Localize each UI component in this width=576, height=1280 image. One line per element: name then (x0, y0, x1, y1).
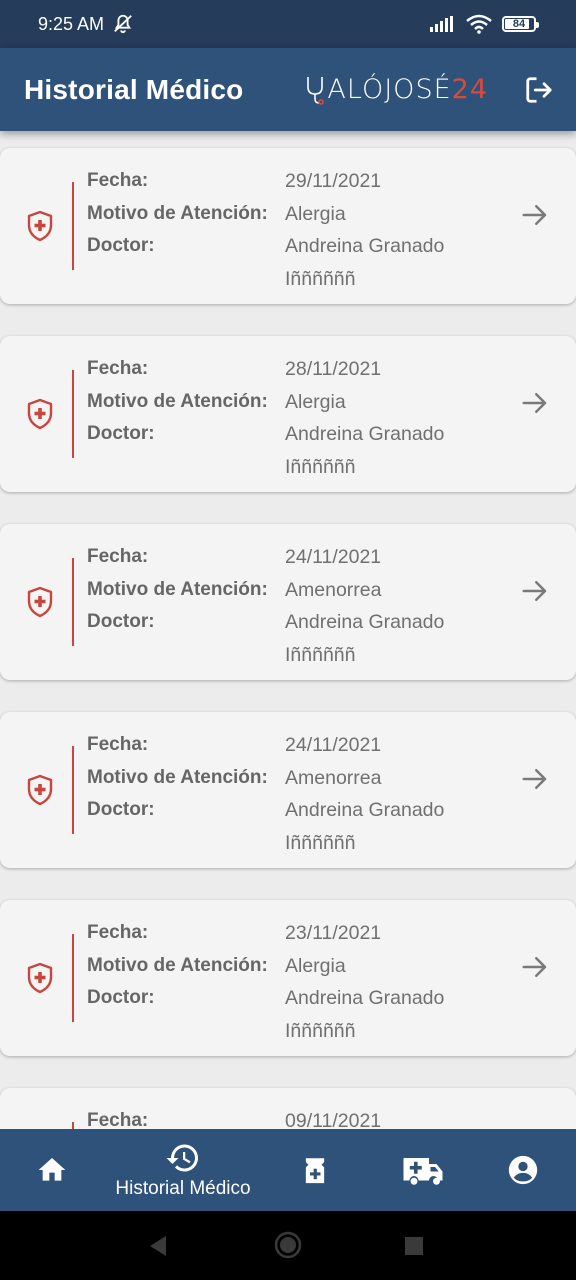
doctor-value: Andreina Granado (285, 611, 445, 633)
reason-label: Motivo de Atención: (87, 390, 268, 412)
doctor-label: Doctor: (87, 423, 155, 444)
reason-value: Alergia (285, 390, 346, 413)
signal-icon (430, 16, 453, 32)
app-bar: Historial Médico ALÓJOSÉ 24 (0, 48, 576, 131)
pharmacy-icon (305, 1158, 325, 1184)
medical-shield-icon (27, 210, 53, 242)
history-record-card[interactable]: Fecha: 23/11/2021 Motivo de Atención: Alerg… (0, 900, 576, 1056)
muted-bell-icon (114, 14, 132, 34)
status-bar: 9:25 AM 84 (0, 0, 576, 48)
date-label: Fecha: (87, 170, 149, 191)
arrow-right-icon[interactable] (520, 576, 550, 606)
doctor-value: Andreina Granado (285, 235, 445, 257)
accent-divider (72, 558, 74, 646)
history-record-card[interactable]: Fecha: 24/11/2021 Motivo de Atención: Ameno… (0, 712, 576, 868)
arrow-right-icon[interactable] (520, 200, 550, 230)
reason-value: Amenorrea (285, 766, 382, 789)
nav-account[interactable] (494, 1129, 552, 1211)
recents-icon[interactable] (405, 1237, 423, 1255)
reason-value: Alergia (285, 954, 346, 977)
back-icon[interactable] (148, 1235, 168, 1257)
ambulance-icon (403, 1158, 443, 1185)
reason-label: Motivo de Atención: (87, 766, 268, 788)
status-time: 9:25 AM (38, 13, 105, 34)
date-value: 28/11/2021 (285, 358, 382, 380)
doctor-label: Doctor: (87, 235, 155, 256)
page-title: Historial Médico (24, 73, 244, 105)
accent-divider (72, 182, 74, 270)
history-icon (166, 1144, 198, 1172)
home-icon (38, 1158, 66, 1181)
nav-medical-history-label: Historial Médico (115, 1178, 251, 1199)
bottom-navigation: Historial Médico (0, 1129, 576, 1211)
doctor-surname-value: Iññññññ (285, 831, 356, 854)
date-label: Fecha: (87, 358, 149, 379)
reason-value: Amenorrea (285, 578, 382, 601)
date-value: 29/11/2021 (285, 170, 382, 192)
account-icon (508, 1155, 538, 1185)
doctor-label: Doctor: (87, 799, 155, 820)
nav-ambulance[interactable] (395, 1129, 451, 1211)
battery-level: 84 (512, 18, 526, 30)
nav-home[interactable] (22, 1129, 82, 1211)
accent-divider (72, 746, 74, 834)
reason-label: Motivo de Atención: (87, 954, 268, 976)
logout-button[interactable] (522, 73, 556, 107)
reason-value: Alergia (285, 202, 346, 225)
doctor-value: Andreina Granado (285, 799, 445, 821)
date-label: Fecha: (87, 734, 149, 755)
medical-shield-icon (27, 398, 53, 430)
home-button-icon[interactable] (274, 1231, 302, 1259)
doctor-surname-value: Iññññññ (285, 1019, 356, 1042)
brand-name: ALÓJOSÉ (327, 74, 452, 105)
status-bar-right: 84 (430, 14, 539, 34)
medical-shield-icon (27, 774, 53, 806)
medical-history-list[interactable]: Fecha: 29/11/2021 Motivo de Atención: Alerg… (0, 131, 576, 1129)
nav-pharmacy[interactable] (285, 1129, 345, 1211)
date-value: 23/11/2021 (285, 922, 382, 944)
doctor-value: Andreina Granado (285, 987, 445, 1009)
doctor-surname-value: Iññññññ (285, 267, 356, 290)
medical-shield-icon (27, 586, 53, 618)
history-record-card[interactable]: Fecha: 09/11/2021 (0, 1088, 576, 1129)
reason-label: Motivo de Atención: (87, 202, 268, 224)
history-record-card[interactable]: Fecha: 24/11/2021 Motivo de Atención: Ameno… (0, 524, 576, 680)
wifi-icon (466, 14, 492, 34)
arrow-right-icon[interactable] (520, 952, 550, 982)
doctor-label: Doctor: (87, 987, 155, 1008)
accent-divider (72, 934, 74, 1022)
nav-medical-history[interactable]: Historial Médico (103, 1129, 263, 1211)
accent-divider (72, 370, 74, 458)
arrow-right-icon[interactable] (520, 388, 550, 418)
history-record-card[interactable]: Fecha: 28/11/2021 Motivo de Atención: Alerg… (0, 336, 576, 492)
date-label: Fecha: (87, 546, 149, 567)
logout-icon (526, 76, 552, 103)
date-value: 24/11/2021 (285, 734, 382, 756)
accent-divider (72, 1122, 74, 1129)
stethoscope-icon (307, 76, 325, 105)
doctor-label: Doctor: (87, 611, 155, 632)
brand-logo: ALÓJOSÉ 24 (305, 74, 488, 105)
brand-number: 24 (451, 74, 488, 105)
doctor-surname-value: Iññññññ (285, 455, 356, 478)
date-value: 09/11/2021 (285, 1110, 382, 1129)
history-record-card[interactable]: Fecha: 29/11/2021 Motivo de Atención: Alerg… (0, 148, 576, 304)
doctor-surname-value: Iññññññ (285, 643, 356, 666)
medical-shield-icon (27, 962, 53, 994)
system-navigation-bar (0, 1211, 576, 1280)
reason-label: Motivo de Atención: (87, 578, 268, 600)
date-value: 24/11/2021 (285, 546, 382, 568)
battery-icon: 84 (502, 16, 539, 32)
date-label: Fecha: (87, 922, 149, 943)
doctor-value: Andreina Granado (285, 423, 445, 445)
date-label: Fecha: (87, 1110, 149, 1129)
arrow-right-icon[interactable] (520, 764, 550, 794)
status-bar-left: 9:25 AM (38, 13, 134, 35)
